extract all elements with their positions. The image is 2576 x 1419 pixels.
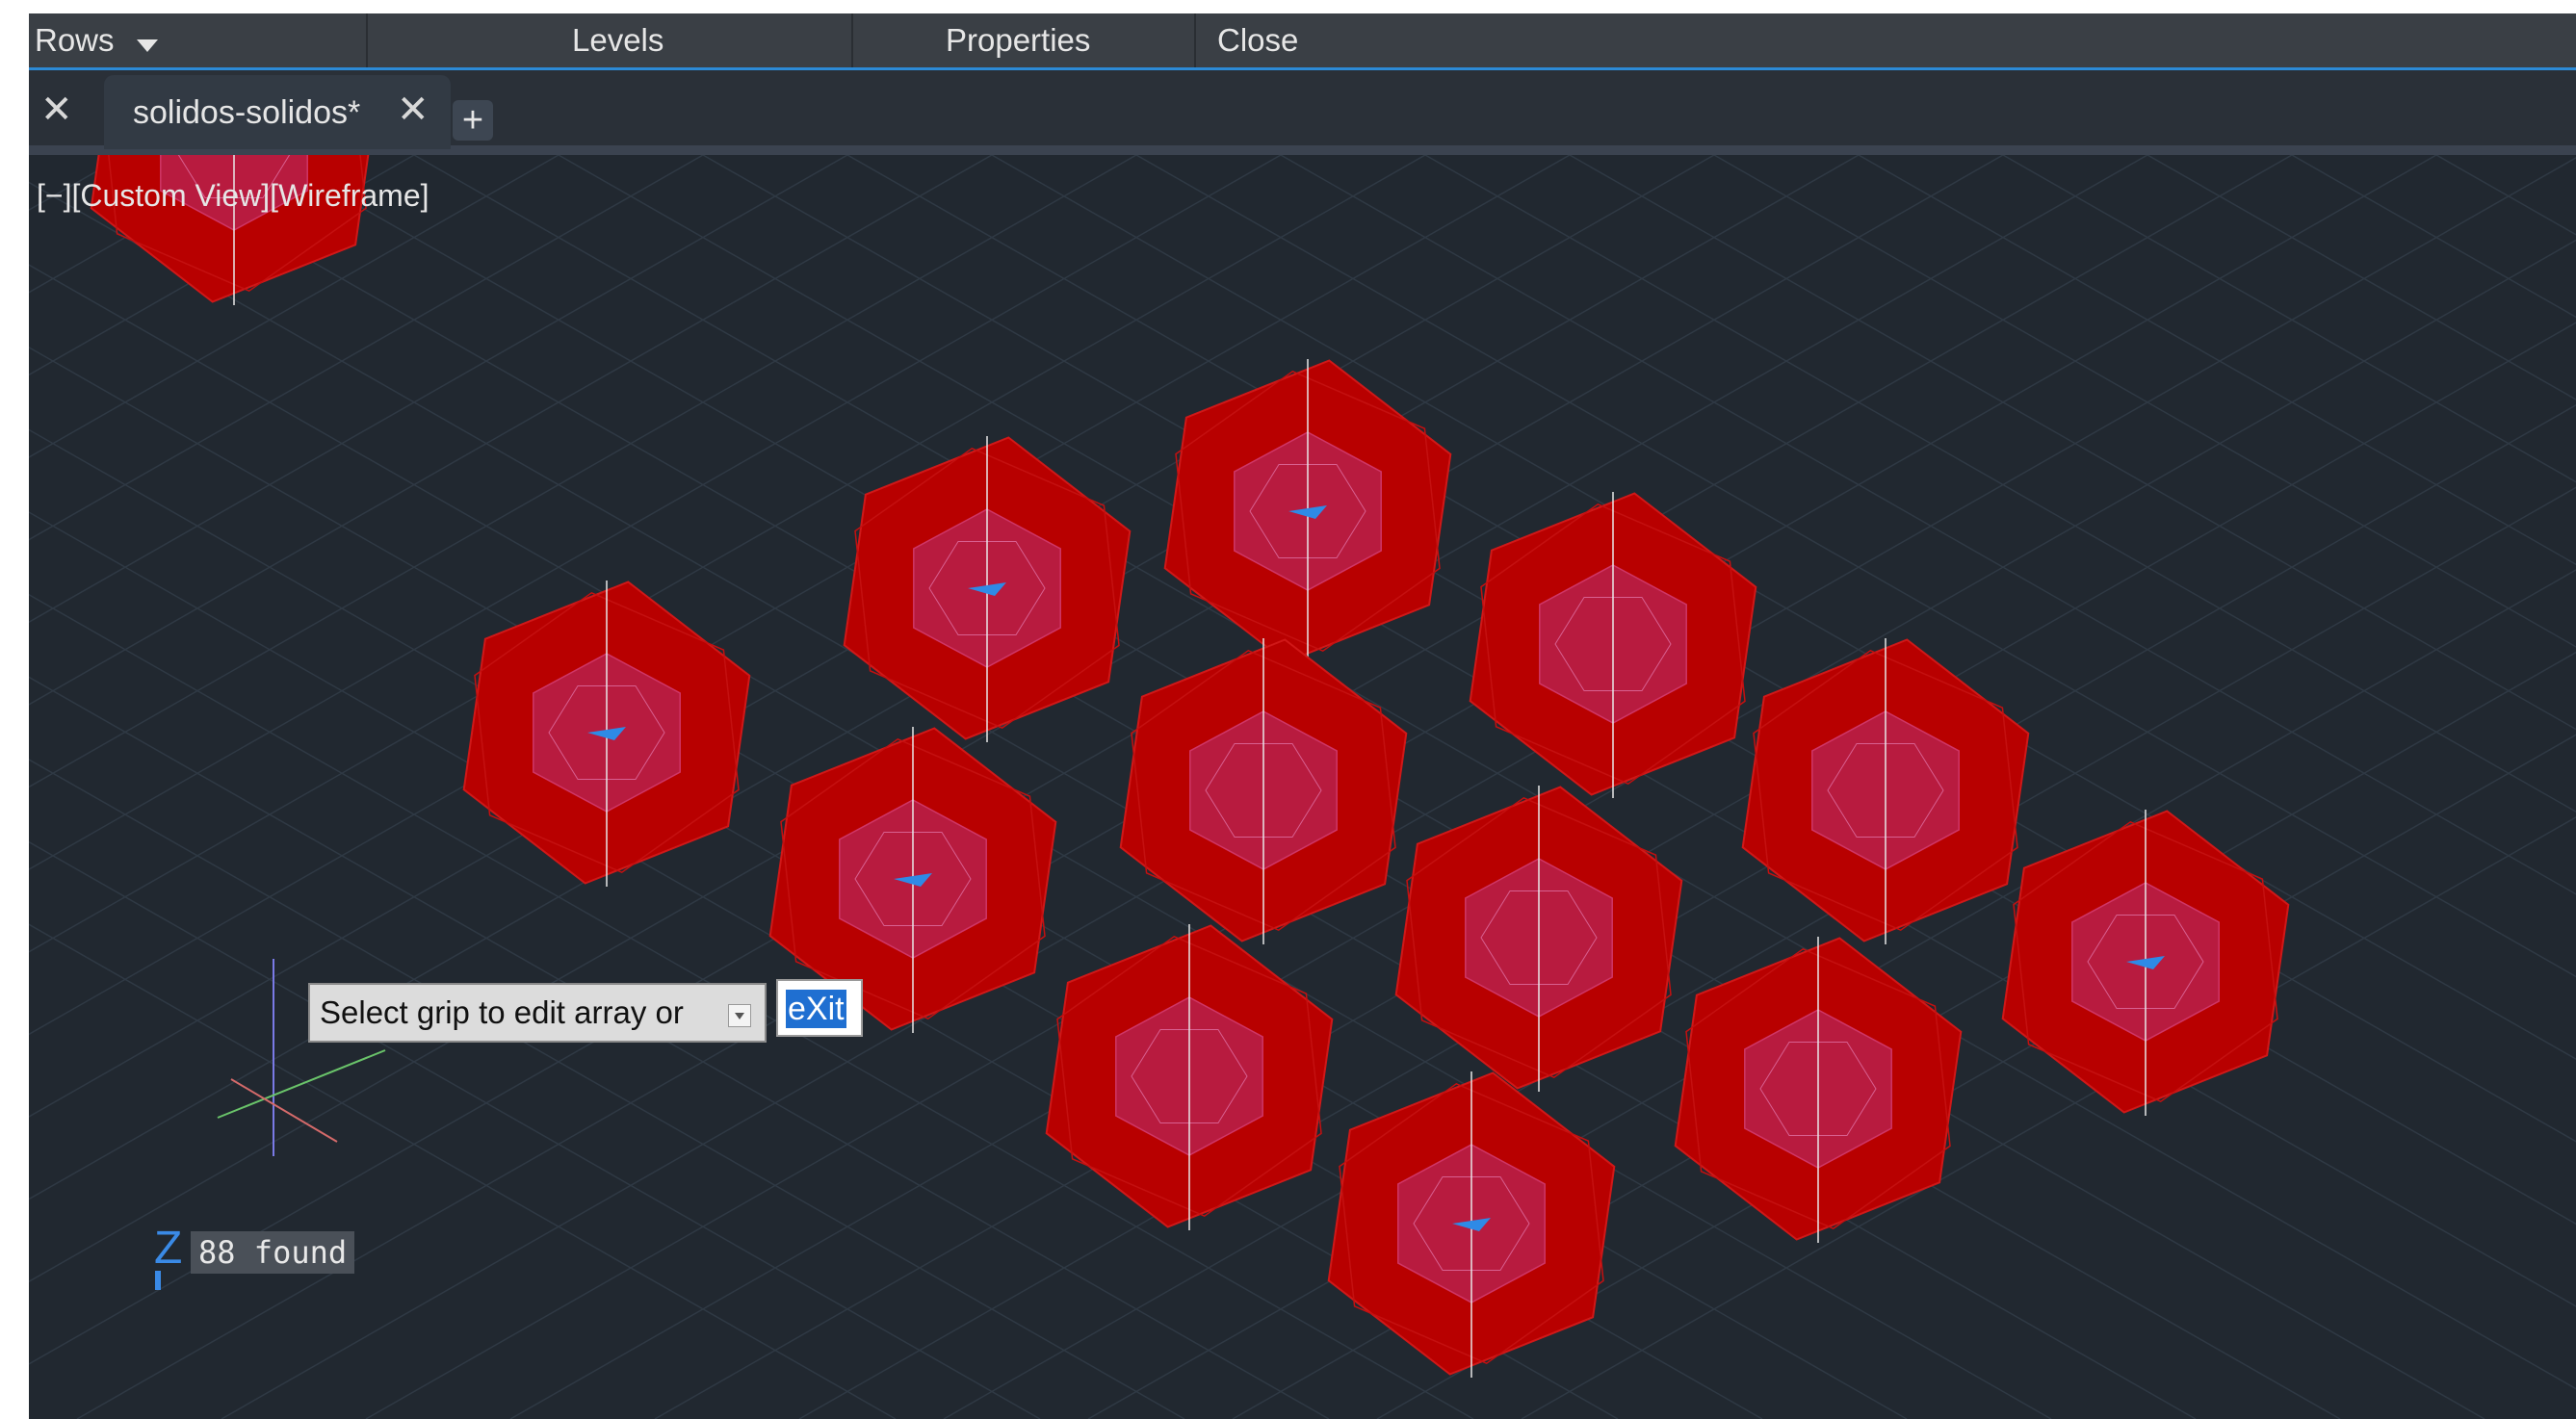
close-panel-button[interactable]: Close <box>1194 13 1329 67</box>
solid-element[interactable] <box>2001 810 2290 1116</box>
properties-panel-button[interactable]: Properties <box>851 13 1194 67</box>
solid-element[interactable] <box>1327 1071 1616 1378</box>
rows-panel-button[interactable]: Rows <box>35 13 366 67</box>
prompt-text: Select grip to edit array or <box>320 994 684 1030</box>
svg-text:Z: Z <box>154 1223 182 1274</box>
autocad-window: Rows Levels Properties Close ✕ solidos-s… <box>29 13 2576 1419</box>
array-solids <box>90 155 2290 1378</box>
solid-element[interactable] <box>1469 492 1757 798</box>
dynamic-input-tooltip: Select grip to edit array or <box>308 983 767 1043</box>
solid-element[interactable] <box>1163 359 1452 665</box>
close-label: Close <box>1217 22 1299 58</box>
chevron-down-icon <box>136 15 158 69</box>
drawing-viewport[interactable]: [−][Custom View][Wireframe] <box>29 155 2576 1419</box>
close-icon[interactable]: ✕ <box>397 90 429 129</box>
input-value: eXit <box>786 990 846 1028</box>
dynamic-input-field[interactable]: eXit <box>776 979 863 1037</box>
rows-label: Rows <box>35 22 115 58</box>
solid-element[interactable] <box>1045 924 1334 1230</box>
solid-element[interactable] <box>843 436 1132 742</box>
solid-element[interactable] <box>1394 786 1683 1092</box>
properties-label: Properties <box>946 22 1091 58</box>
plus-icon[interactable]: + <box>453 100 493 141</box>
dropdown-arrow-icon[interactable] <box>728 1004 751 1027</box>
levels-label: Levels <box>572 22 664 58</box>
command-line-status: 88 found <box>191 1231 355 1274</box>
ucs-z-icon: Z <box>154 1223 182 1290</box>
ribbon-panel-bar: Rows Levels Properties Close <box>29 13 2576 70</box>
solid-element[interactable] <box>1674 937 1963 1243</box>
document-tab-label: solidos-solidos* <box>133 94 361 131</box>
viewport-controls-label[interactable]: [−][Custom View][Wireframe] <box>37 178 429 214</box>
close-icon[interactable]: ✕ <box>40 90 73 129</box>
solid-element[interactable] <box>462 580 751 887</box>
levels-panel-button[interactable]: Levels <box>366 13 851 67</box>
solid-element[interactable] <box>1741 638 2030 944</box>
document-tab[interactable]: solidos-solidos* ✕ <box>104 75 451 149</box>
model-space-canvas[interactable] <box>29 155 2576 1419</box>
